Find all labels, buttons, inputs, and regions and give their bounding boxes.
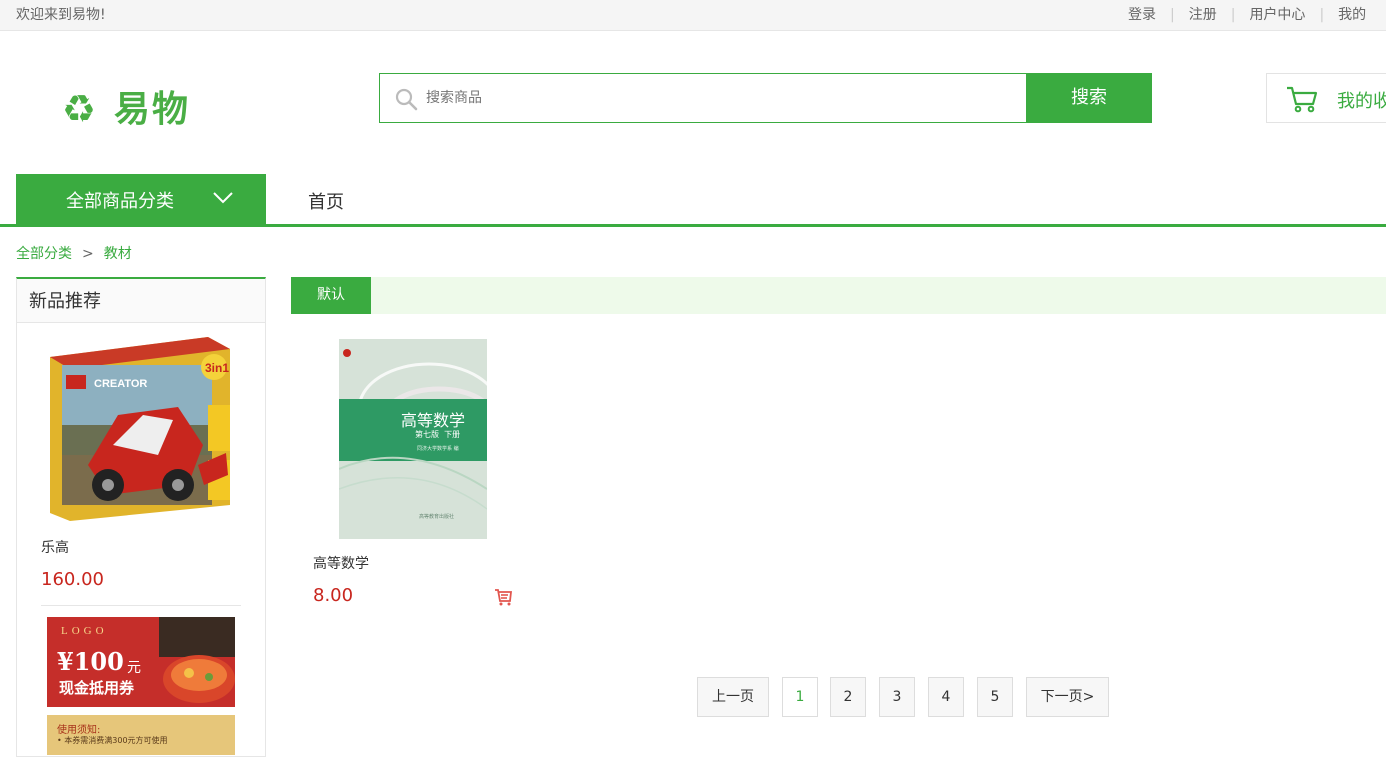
coupon-text: 现金抵用券 (59, 679, 135, 697)
coupon-notice-rule: • 本券需消费满300元方可使用 (57, 736, 168, 745)
cover-title: 高等数学 (401, 411, 466, 430)
breadcrumb-current[interactable]: 教材 (104, 246, 132, 262)
logo-text: 易物 (114, 89, 191, 130)
breadcrumb: 全部分类 > 教材 (16, 243, 132, 263)
book-cover-art (339, 339, 487, 539)
search-button[interactable]: 搜索 (1026, 73, 1152, 123)
search-icon (395, 88, 418, 111)
coupon-unit: 元 (127, 660, 141, 676)
hotpot-picture (159, 617, 235, 703)
page-2-button[interactable]: 2 (830, 677, 866, 717)
divider: | (1319, 7, 1325, 23)
page-5-button[interactable]: 5 (977, 677, 1013, 717)
page-4-button[interactable]: 4 (928, 677, 964, 717)
user-center-link[interactable]: 用户中心 (1249, 7, 1305, 23)
search-input[interactable] (426, 86, 1006, 110)
divider: | (1230, 7, 1236, 23)
lego-product-image[interactable]: CREATOR 3in1 (48, 335, 233, 525)
top-links: 登录 | 注册 | 用户中心 | 我的 (1128, 4, 1366, 24)
coupon-notice-title: 使用须知: (57, 725, 101, 736)
divider: | (1170, 7, 1175, 23)
welcome-text: 欢迎来到易物! (16, 7, 106, 23)
page-1-button[interactable]: 1 (782, 677, 818, 717)
search-bar: 搜索 (379, 73, 1152, 123)
sort-default-tab[interactable]: 默认 (291, 277, 371, 314)
coupon-notice: 使用须知: • 本券需消费满300元方可使用 (47, 715, 235, 755)
login-link[interactable]: 登录 (1128, 7, 1156, 23)
main-nav: 全部商品分类 首页 (0, 174, 1386, 227)
breadcrumb-separator: > (82, 246, 94, 262)
cover-author: 同济大学数学系 编 (417, 446, 459, 452)
cart-button[interactable]: 我的收 (1266, 73, 1386, 123)
cover-publisher: 高等教育出版社 (419, 514, 455, 520)
all-categories-label: 全部商品分类 (66, 191, 174, 212)
recycle-icon: ♻ (62, 87, 97, 131)
page-3-button[interactable]: 3 (879, 677, 915, 717)
breadcrumb-root[interactable]: 全部分类 (16, 246, 72, 262)
all-categories-menu[interactable]: 全部商品分类 (16, 174, 266, 224)
sort-bar: 默认 (291, 277, 1386, 314)
cover-edition: 第七版 下册 (415, 430, 461, 439)
search-box (379, 73, 1027, 123)
coupon-amount: ¥100 (57, 647, 124, 676)
svg-text:CREATOR: CREATOR (94, 378, 147, 390)
site-logo[interactable]: ♻ 易物 (62, 86, 202, 134)
cart-label: 我的收 (1337, 91, 1386, 112)
sidebar-product-name[interactable]: 乐高 (41, 537, 69, 557)
register-link[interactable]: 注册 (1189, 7, 1217, 23)
sidebar-product-price: 160.00 (41, 569, 104, 590)
cart-icon (1287, 86, 1318, 113)
new-products-sidebar: 新品推荐 CREATOR 3in1 乐高 160.00 LOGO ¥100 元 … (16, 277, 266, 757)
prev-page-button[interactable]: 上一页 (697, 677, 769, 717)
sidebar-title: 新品推荐 (17, 279, 265, 323)
divider (41, 605, 241, 606)
top-bar: 欢迎来到易物! 登录 | 注册 | 用户中心 | 我的 (0, 0, 1386, 31)
product-name[interactable]: 高等数学 (313, 553, 369, 573)
nav-home-link[interactable]: 首页 (308, 188, 344, 214)
svg-text:3in1: 3in1 (205, 361, 229, 375)
coupon-logo: LOGO (61, 625, 108, 637)
next-page-button[interactable]: 下一页> (1026, 677, 1109, 717)
my-link[interactable]: 我的 (1338, 7, 1366, 23)
coupon-banner[interactable]: LOGO ¥100 元 现金抵用券 (47, 617, 235, 707)
chevron-down-icon (213, 192, 233, 204)
product-price: 8.00 (313, 585, 354, 606)
add-to-cart-icon[interactable] (493, 587, 513, 607)
product-image[interactable]: 高等数学 第七版 下册 同济大学数学系 编 高等教育出版社 (339, 339, 487, 539)
